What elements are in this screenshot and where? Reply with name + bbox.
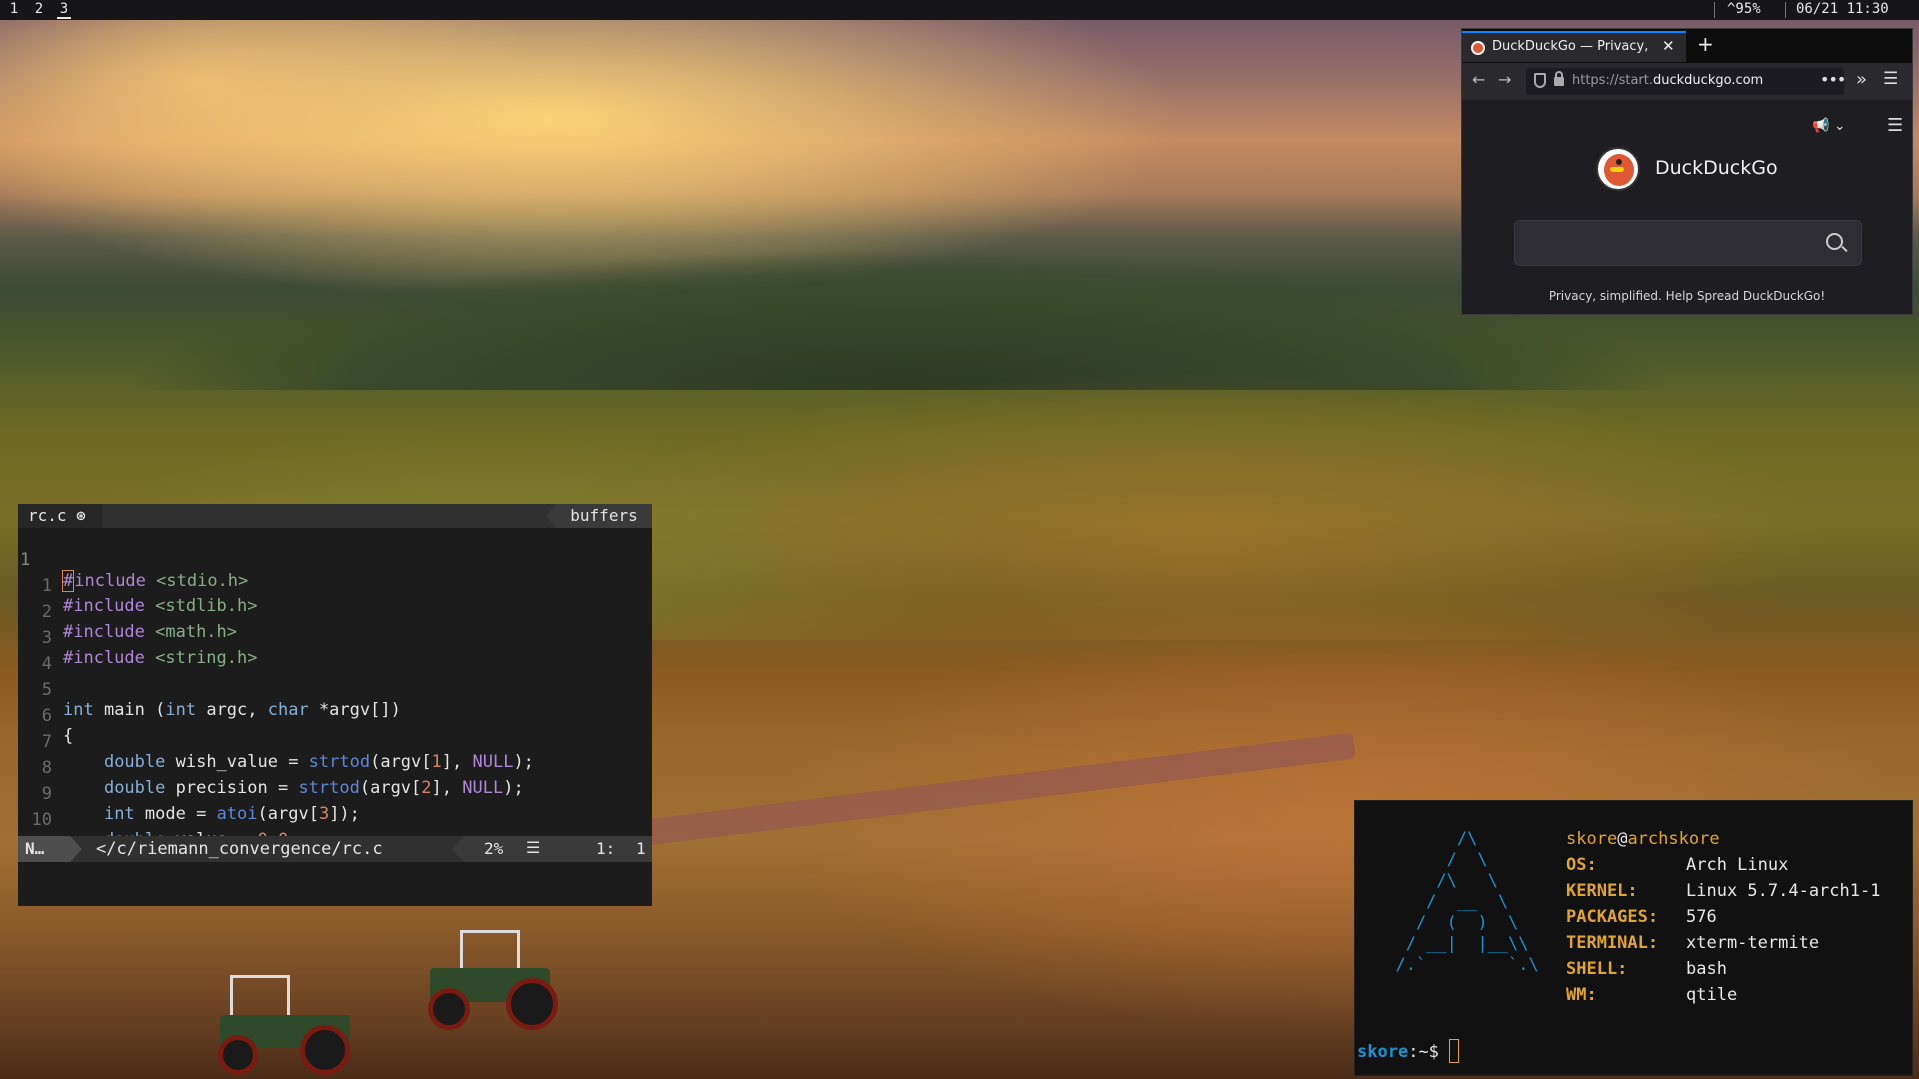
code-line: 5 int main (int argc, char *argv[]) [18, 660, 652, 720]
shell-prompt[interactable]: skore:~$ [1357, 1039, 1460, 1063]
page-content: 📢 ⌄ ☰ DuckDuckGo Privacy, simplified. He… [1462, 100, 1912, 314]
battery-indicator: ^95% [1727, 1, 1761, 17]
info-value: xterm-termite [1686, 933, 1820, 953]
tab-duckduckgo[interactable]: DuckDuckGo — Privacy, simplified. ✕ [1462, 31, 1686, 62]
tab-bar: DuckDuckGo — Privacy, simplified. ✕ + [1462, 29, 1912, 63]
navigation-toolbar: ← → https://start.duckduckgo.com ••• » ☰ [1462, 63, 1912, 100]
at-sign: @ [1617, 829, 1628, 849]
info-kernel: KERNEL: Linux 5.7.4-arch1-1 [1566, 881, 1880, 902]
code-line: 4 [18, 634, 652, 674]
wallpaper-tractor [420, 930, 560, 1030]
status-line: N… </c/riemann_convergence/rc.c 2% ☰ 1: … [18, 836, 652, 862]
position-segment: 2% ☰ 1: 1 [452, 836, 652, 862]
overflow-chevron-icon[interactable]: » [1856, 69, 1867, 90]
bar-separator [1714, 2, 1715, 18]
info-key: SHELL: [1566, 959, 1628, 979]
user-host: skore@archskore [1566, 829, 1720, 850]
tabline: rc.c ⊛ buffers [18, 504, 652, 528]
code-line: 8 double precision = strtod(argv[2], NUL… [18, 738, 652, 798]
search-icon[interactable] [1826, 233, 1843, 250]
file-path: </c/riemann_convergence/rc.c [96, 839, 383, 859]
info-key: WM: [1566, 985, 1597, 1005]
info-packages: PACKAGES: 576 [1566, 907, 1717, 928]
terminal-window[interactable]: /\ / \ /\ \ / __ \ / ( ) \ / __| |__\\ /… [1354, 800, 1913, 1076]
tracking-shield-icon[interactable] [1534, 73, 1546, 88]
top-bar: 1 2 3 ^95% 06/21 11:30 [0, 0, 1919, 20]
url-scheme: https://start. [1572, 73, 1654, 88]
duckduckgo-logo-icon [1596, 147, 1640, 191]
bar-separator [1785, 2, 1786, 18]
code-line: 3 #include <string.h> [18, 608, 652, 668]
megaphone-icon[interactable]: 📢 ⌄ [1812, 118, 1846, 134]
info-key: KERNEL: [1566, 881, 1638, 901]
page-menu-icon[interactable]: ☰ [1887, 115, 1903, 136]
info-key: PACKAGES: [1566, 907, 1659, 927]
vim-editor-window[interactable]: rc.c ⊛ buffers 1 #include <stdio.h> 1 #i… [18, 504, 652, 906]
code-line: 9 int mode = atoi(argv[3]); [18, 764, 652, 824]
info-wm: WM: qtile [1566, 985, 1737, 1006]
scroll-percent: 2% [484, 839, 504, 858]
code-line: 6 { [18, 686, 652, 746]
tab-filename[interactable]: rc.c ⊛ [18, 504, 102, 528]
duckduckgo-favicon-icon [1471, 41, 1485, 55]
close-tab-icon[interactable]: ✕ [1662, 37, 1675, 55]
code-line: 1 #include <stdlib.h> [18, 556, 652, 616]
brand-name: DuckDuckGo [1655, 157, 1778, 179]
tagline[interactable]: Privacy, simplified. Help Spread DuckDuc… [1462, 289, 1912, 303]
info-value: Arch Linux [1686, 855, 1789, 875]
hostname: archskore [1627, 829, 1720, 849]
info-value: 576 [1686, 907, 1717, 927]
code-line: 1 #include <stdio.h> [18, 530, 652, 592]
code-line: 2 #include <math.h> [18, 582, 652, 642]
url-domain: duckduckgo.com [1653, 73, 1764, 88]
info-key: TERMINAL: [1566, 933, 1659, 953]
info-os: OS: Arch Linux [1566, 855, 1788, 876]
cursor-column: 1 [636, 839, 646, 858]
back-arrow-icon[interactable]: ← [1472, 70, 1485, 89]
hamburger-menu-icon[interactable]: ☰ [1883, 69, 1898, 89]
page-actions-icon[interactable]: ••• [1820, 70, 1846, 89]
lock-icon[interactable] [1554, 71, 1564, 86]
code-line: 7 double wish_value = strtod(argv[1], NU… [18, 712, 652, 772]
info-value: bash [1686, 959, 1727, 979]
workspace-1[interactable]: 1 [7, 1, 21, 17]
clock: 06/21 11:30 [1796, 1, 1889, 17]
url-text[interactable]: https://start.duckduckgo.com [1572, 73, 1763, 88]
wallpaper-tractor [200, 975, 360, 1075]
info-shell: SHELL: bash [1566, 959, 1727, 980]
terminal-cursor [1449, 1039, 1460, 1063]
buffers-label: buffers [546, 504, 652, 528]
info-terminal: TERMINAL: xterm-termite [1566, 933, 1819, 954]
tab-title: DuckDuckGo — Privacy, simplified. [1492, 39, 1652, 54]
arch-logo-ascii: /\ / \ /\ \ / __ \ / ( ) \ / __| |__\\ /… [1395, 829, 1539, 975]
browser-window: DuckDuckGo — Privacy, simplified. ✕ + ← … [1461, 28, 1913, 315]
info-value: qtile [1686, 985, 1738, 1005]
mode-indicator: N… [18, 836, 82, 862]
cursor-line: 1: [596, 839, 616, 858]
workspace-3[interactable]: 3 [57, 1, 71, 19]
info-key: OS: [1566, 855, 1597, 875]
search-input[interactable] [1514, 220, 1862, 266]
forward-arrow-icon[interactable]: → [1498, 70, 1511, 89]
code-line: 10 double value = 0.0; [18, 790, 652, 850]
username: skore [1566, 829, 1618, 849]
info-value: Linux 5.7.4-arch1-1 [1686, 881, 1881, 901]
prompt-path: :~$ [1408, 1042, 1450, 1062]
workspace-2[interactable]: 2 [32, 1, 46, 17]
url-bar[interactable]: https://start.duckduckgo.com ••• [1526, 68, 1846, 95]
prompt-user: skore [1357, 1042, 1409, 1062]
lines-icon: ☰ [526, 838, 541, 857]
new-tab-button[interactable]: + [1697, 32, 1714, 56]
